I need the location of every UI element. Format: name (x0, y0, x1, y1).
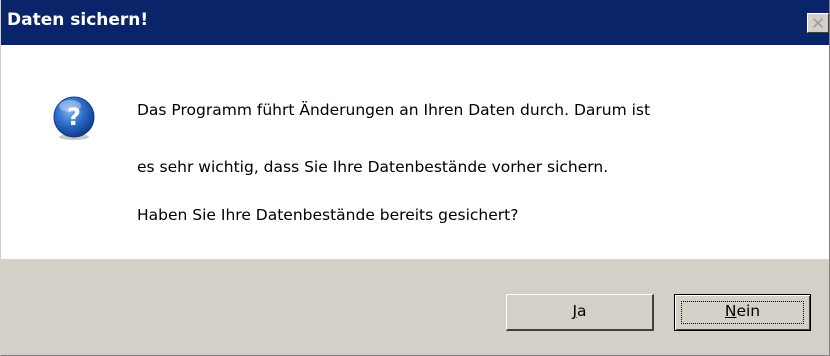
message-line-2: es sehr wichtig, dass Sie Ihre Datenbest… (137, 158, 609, 176)
question-icon: ? (53, 96, 95, 140)
window-title: Daten sichern! (7, 10, 149, 30)
svg-text:?: ? (67, 103, 81, 131)
close-icon (812, 17, 824, 29)
yes-button[interactable]: Ja (506, 294, 654, 331)
message-area: ? Das Programm führt Änderungen an Ihren… (1, 45, 829, 259)
button-bar: Ja Nein (1, 259, 829, 355)
no-label-rest: ein (736, 302, 761, 320)
no-button[interactable]: Nein (674, 294, 811, 331)
message-line-1: Das Programm führt Änderungen an Ihren D… (137, 101, 651, 119)
title-bar[interactable]: Daten sichern! (1, 0, 829, 45)
no-mnemonic: N (724, 302, 737, 320)
message-dialog: Daten sichern! ? Das Programm führt Ände… (0, 0, 830, 356)
close-button[interactable] (807, 13, 829, 33)
yes-label-rest: a (577, 302, 587, 320)
message-line-3: Haben Sie Ihre Datenbestände bereits ges… (137, 206, 519, 224)
